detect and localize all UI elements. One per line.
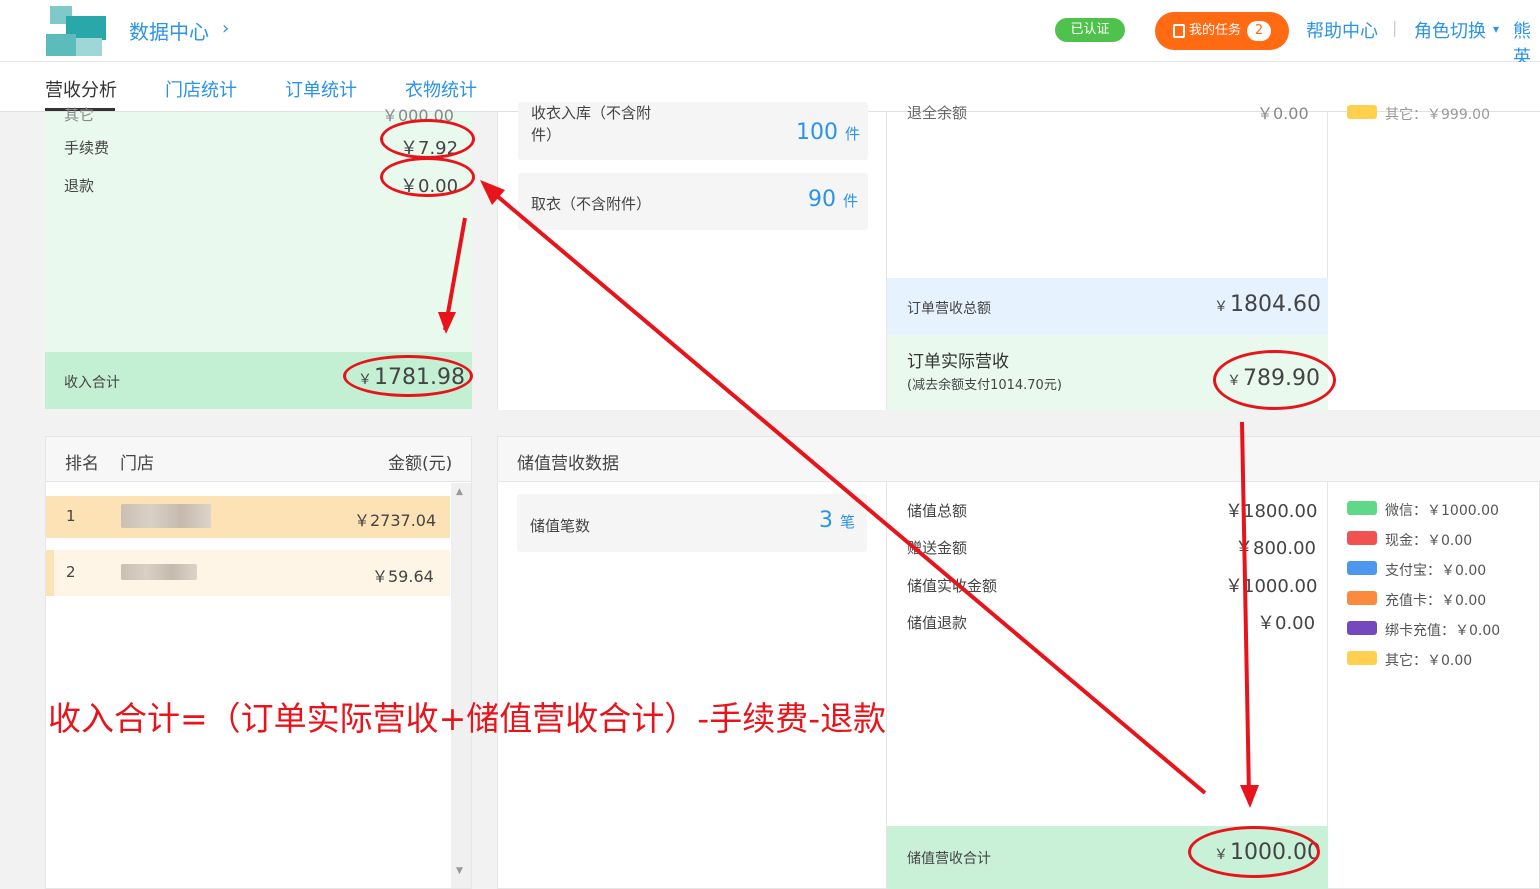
- stored-count-number: 3: [819, 508, 833, 533]
- gift-amount-value: ￥800.00: [1235, 538, 1316, 559]
- order-actual-label: 订单实际营收: [907, 352, 1009, 372]
- legend-swatch: [1347, 621, 1377, 635]
- stored-count-unit: 笔: [840, 513, 856, 531]
- fee-label: 手续费: [64, 139, 110, 157]
- col-amount: 金额(元): [388, 454, 453, 474]
- app-title[interactable]: 数据中心: [129, 16, 209, 45]
- my-tasks-label: 我的任务: [1189, 23, 1242, 38]
- annotation-circle-refund: [380, 157, 475, 197]
- stored-count-value: 3 笔: [819, 508, 855, 533]
- caret-down-icon[interactable]: ▾: [1493, 22, 1499, 36]
- legend-swatch: [1347, 105, 1377, 119]
- table-row[interactable]: 2 ￥59.64: [46, 550, 450, 596]
- legend-label: 充值卡：￥0.00: [1385, 593, 1487, 609]
- legend-swatch: [1347, 561, 1377, 575]
- annotation-circle-order-actual: [1213, 350, 1336, 410]
- order-revenue-panel: 收衣入库（不含附件） 100 件 取衣（不含附件） 90 件 退全余额 ￥0.0…: [497, 102, 1540, 410]
- order-actual-sub: (减去余额支付1014.70元): [907, 378, 1062, 393]
- ranking-table-header: 排名 门店 金额(元): [46, 437, 471, 482]
- row-rank: 2: [66, 563, 76, 581]
- row-rank: 1: [66, 507, 76, 525]
- col-store: 门店: [120, 454, 154, 474]
- verified-badge: 已认证: [1055, 18, 1125, 42]
- tab-clothing-stats[interactable]: 衣物统计: [405, 76, 477, 102]
- legend-label: 其它：￥999.00: [1385, 107, 1490, 123]
- annotation-circle-fee: [380, 119, 475, 159]
- order-total-value: ￥1804.60: [1214, 292, 1321, 317]
- card-stored-count: 储值笔数 3 笔: [517, 494, 867, 552]
- legend-swatch: [1347, 501, 1377, 515]
- stored-total-value: ￥1800.00: [1225, 501, 1318, 522]
- stored-value-panel: 储值营收数据 储值笔数 3 笔 储值总额 ￥1800.00 赠送金额 ￥800.…: [497, 436, 1540, 889]
- partial-other-label: 其它: [64, 106, 95, 124]
- stored-total-label: 储值总额: [907, 502, 968, 520]
- vertical-scrollbar[interactable]: ▲ ▼: [451, 483, 471, 888]
- received-clothes-count: 100: [796, 120, 838, 145]
- scroll-up-icon[interactable]: ▲: [456, 487, 463, 497]
- role-switch-dropdown[interactable]: 角色切换: [1414, 17, 1486, 43]
- store-ranking-panel: 排名 门店 金额(元) 1 ￥2737.04 2 ￥59.64 ▲ ▼: [45, 436, 472, 889]
- stored-received-label: 储值实收金额: [907, 577, 998, 595]
- stored-refund-value: ￥0.00: [1257, 613, 1316, 634]
- legend-swatch: [1347, 651, 1377, 665]
- help-center-link[interactable]: 帮助中心: [1306, 17, 1378, 43]
- order-total-row: 订单营收总额 ￥1804.60: [887, 278, 1328, 335]
- picked-clothes-label: 取衣（不含附件）: [531, 195, 652, 213]
- store-name-redacted: [121, 564, 197, 580]
- currency-symbol: ￥: [1214, 299, 1228, 315]
- tab-order-stats[interactable]: 订单统计: [285, 76, 357, 102]
- legend-label: 其它：￥0.00: [1385, 653, 1473, 669]
- received-clothes-value: 100 件: [796, 120, 860, 145]
- col-rank: 排名: [65, 454, 99, 474]
- stored-count-label: 储值笔数: [530, 517, 591, 535]
- income-total-label: 收入合计: [64, 375, 120, 391]
- header-separator: |: [1392, 18, 1398, 37]
- screen: 数据中心 › 已认证 我的任务 2 帮助中心 | 角色切换 ▾ 熊英 营收分析 …: [0, 0, 1540, 889]
- legend-label: 微信：￥1000.00: [1385, 503, 1499, 519]
- my-tasks-count-badge: 2: [1247, 21, 1271, 41]
- order-total-amount: 1804.60: [1230, 292, 1321, 317]
- received-clothes-label: 收衣入库（不含附件）: [531, 104, 652, 144]
- partial-refund-value: ￥0.00: [1257, 104, 1309, 123]
- legend-label: 现金：￥0.00: [1385, 533, 1473, 549]
- refund-label: 退款: [64, 177, 95, 195]
- picked-clothes-count: 90: [808, 187, 836, 212]
- top-header: 数据中心 › 已认证 我的任务 2 帮助中心 | 角色切换 ▾ 熊英: [0, 0, 1540, 68]
- annotation-circle-stored-total: [1188, 826, 1320, 878]
- legend-label: 绑卡充值：￥0.00: [1385, 623, 1501, 639]
- table-row[interactable]: 1 ￥2737.04: [46, 496, 450, 538]
- legend-label: 支付宝：￥0.00: [1385, 563, 1487, 579]
- tab-revenue-analysis[interactable]: 营收分析: [45, 76, 117, 102]
- stored-value-header: 储值营收数据: [498, 437, 1540, 482]
- tab-store-stats[interactable]: 门店统计: [165, 76, 237, 102]
- stored-received-value: ￥1000.00: [1225, 576, 1318, 597]
- legend-swatch: [1347, 531, 1377, 545]
- row-amount: ￥59.64: [372, 567, 434, 586]
- clipboard-icon: [1173, 24, 1185, 38]
- logo: [46, 4, 106, 60]
- card-received-clothes: 收衣入库（不含附件） 100 件: [518, 102, 868, 160]
- stored-value-title: 储值营收数据: [517, 454, 619, 474]
- received-clothes-unit: 件: [845, 125, 861, 143]
- legend-swatch: [1347, 591, 1377, 605]
- stored-revenue-total-label: 储值营收合计: [907, 851, 991, 867]
- partial-refund-label: 退全余额: [907, 104, 968, 122]
- order-total-label: 订单营收总额: [907, 301, 991, 317]
- row-amount: ￥2737.04: [354, 511, 437, 530]
- formula-annotation: 收入合计=（订单实际营收+储值营收合计）-手续费-退款: [48, 699, 887, 738]
- scroll-down-icon[interactable]: ▼: [456, 866, 463, 876]
- annotation-circle-income-total: [343, 355, 473, 397]
- picked-clothes-value: 90 件: [808, 187, 858, 212]
- store-name-redacted: [121, 504, 211, 528]
- picked-clothes-unit: 件: [843, 192, 859, 210]
- chevron-right-icon[interactable]: ›: [222, 18, 229, 39]
- card-picked-clothes: 取衣（不含附件） 90 件: [518, 173, 868, 230]
- gift-amount-label: 赠送金额: [907, 539, 968, 557]
- stored-refund-label: 储值退款: [907, 614, 968, 632]
- my-tasks-button[interactable]: 我的任务 2: [1155, 12, 1289, 50]
